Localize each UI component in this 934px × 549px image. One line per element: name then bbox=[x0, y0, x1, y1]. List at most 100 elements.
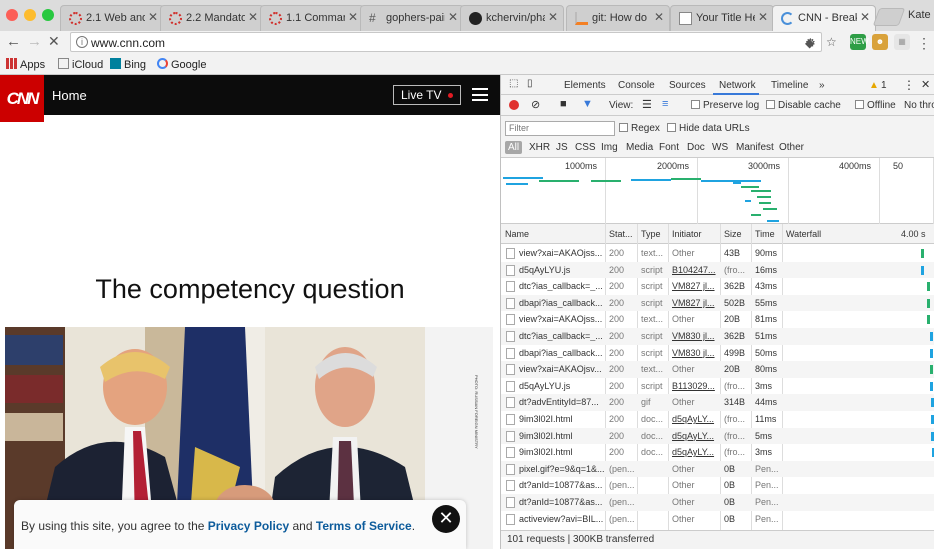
network-request-row[interactable]: 9im3l02I.html 200 doc... d5qAyLY... (fro... 5… bbox=[501, 427, 934, 445]
network-request-row[interactable]: activeview?avi=BIL... (pen... Other 0B Pen..… bbox=[501, 511, 934, 528]
network-request-row[interactable]: dbapi?ias_callback... 200 script VM827 jl..… bbox=[501, 294, 934, 312]
network-request-row[interactable]: dt?anId=10877&as... (pen... Other 0B Pen... bbox=[501, 477, 934, 494]
col-size[interactable]: Size bbox=[724, 229, 742, 239]
network-request-row[interactable]: view?xai=AKAOjss... 200 text... Other 43B 90m… bbox=[501, 245, 934, 262]
browser-tab[interactable]: kchervin/pha ✕ bbox=[460, 5, 564, 31]
type-filter-manifest[interactable]: Manifest bbox=[736, 142, 774, 153]
hamburger-menu-icon[interactable] bbox=[472, 88, 488, 101]
new-tab-button[interactable] bbox=[872, 8, 906, 26]
tab-close-icon[interactable]: ✕ bbox=[148, 10, 158, 24]
minimize-window-button[interactable] bbox=[24, 9, 36, 21]
stop-loading-button[interactable]: ✕ bbox=[48, 33, 60, 50]
type-filter-img[interactable]: Img bbox=[601, 142, 618, 153]
type-filter-js[interactable]: JS bbox=[556, 142, 568, 153]
info-icon[interactable]: i bbox=[76, 36, 88, 48]
bookmark-google[interactable]: Google bbox=[157, 58, 206, 71]
preserve-log-checkbox[interactable]: Preserve log bbox=[691, 100, 759, 111]
bookmark-apps[interactable]: Apps bbox=[6, 58, 45, 71]
col-initiator[interactable]: Initiator bbox=[672, 229, 702, 239]
network-request-row[interactable]: view?xai=AKAOjsv... 200 text... Other 20B 80m… bbox=[501, 361, 934, 378]
network-request-row[interactable]: dbapi?ias_callback... 200 script VM830 jl..… bbox=[501, 345, 934, 362]
nav-home-link[interactable]: Home bbox=[52, 88, 87, 103]
tab-elements[interactable]: Elements bbox=[564, 80, 606, 91]
network-request-row[interactable]: dtc?ias_callback=_... 200 script VM827 jl..… bbox=[501, 278, 934, 295]
tab-close-icon[interactable]: ✕ bbox=[448, 10, 458, 24]
browser-tab[interactable]: Your Title He ✕ bbox=[670, 5, 774, 31]
tab-sources[interactable]: Sources bbox=[669, 80, 706, 91]
grid-extension-icon[interactable]: ▦ bbox=[894, 34, 910, 50]
tab-close-icon[interactable]: ✕ bbox=[348, 10, 358, 24]
browser-tab[interactable]: 2.1 Web and ✕ bbox=[60, 5, 164, 31]
browser-tab[interactable]: # gophers-pair ✕ bbox=[360, 5, 464, 31]
hide-data-urls-checkbox[interactable]: Hide data URLs bbox=[667, 123, 750, 134]
regex-checkbox[interactable]: Regex bbox=[619, 123, 660, 134]
menu-dots-icon[interactable]: ⋮ bbox=[917, 35, 931, 52]
bookmark-icloud[interactable]: iCloud bbox=[58, 58, 103, 71]
throttle-select[interactable]: No thro bbox=[904, 100, 934, 111]
profile-name[interactable]: Kate bbox=[908, 9, 931, 21]
browser-tab[interactable]: git: How do I ✕ bbox=[566, 5, 670, 31]
type-filter-xhr[interactable]: XHR bbox=[529, 142, 550, 153]
camera-icon[interactable]: ■ bbox=[560, 98, 567, 110]
record-icon[interactable] bbox=[509, 100, 519, 110]
bookmark-bing[interactable]: Bing bbox=[110, 58, 146, 71]
close-window-button[interactable] bbox=[6, 9, 18, 21]
tab-close-icon[interactable]: ✕ bbox=[548, 10, 558, 24]
zoom-window-button[interactable] bbox=[42, 9, 54, 21]
forward-button[interactable]: → bbox=[27, 33, 42, 50]
live-tv-button[interactable]: Live TV bbox=[393, 85, 461, 105]
overview-icon[interactable]: ≡ bbox=[662, 98, 668, 110]
tab-timeline[interactable]: Timeline bbox=[771, 80, 808, 91]
browser-tab[interactable]: CNN - Breaki ✕ bbox=[772, 5, 876, 31]
filter-funnel-icon[interactable]: ▼ bbox=[582, 98, 593, 110]
network-request-row[interactable]: d5qAyLYU.js 200 script B104247... (fro... 16m… bbox=[501, 261, 934, 279]
offline-checkbox[interactable]: Offline bbox=[855, 100, 896, 111]
network-request-row[interactable]: 9im3l02I.html 200 doc... d5qAyLY... (fro... 1… bbox=[501, 411, 934, 428]
network-request-row[interactable]: d5qAyLYU.js 200 script B113029... (fro... 3ms bbox=[501, 378, 934, 395]
type-filter-media[interactable]: Media bbox=[626, 142, 653, 153]
type-filter-all[interactable]: All bbox=[505, 141, 523, 154]
col-name[interactable]: Name bbox=[505, 229, 529, 239]
large-rows-icon[interactable]: ☰ bbox=[642, 98, 652, 111]
filter-input[interactable]: Filter bbox=[505, 121, 615, 136]
type-filter-other[interactable]: Other bbox=[779, 142, 804, 153]
network-request-row[interactable]: dt?advEntityId=87... 200 gif Other 314B 44ms bbox=[501, 394, 934, 411]
browser-tab[interactable]: 1.1 Comman ✕ bbox=[260, 5, 364, 31]
tab-close-icon[interactable]: ✕ bbox=[654, 10, 664, 24]
network-request-row[interactable]: pixel.gif?e=9&q=1&... (pen... Other 0B Pen..… bbox=[501, 460, 934, 478]
close-devtools-icon[interactable]: ✕ bbox=[921, 78, 930, 91]
tab-close-icon[interactable]: ✕ bbox=[248, 10, 258, 24]
cnn-logo[interactable]: CNN bbox=[0, 75, 44, 122]
back-button[interactable]: ← bbox=[6, 33, 21, 50]
warning-icon[interactable]: ▲ bbox=[869, 80, 879, 91]
close-banner-button[interactable]: ✕ bbox=[432, 505, 460, 533]
new-extension-icon[interactable]: NEW bbox=[850, 34, 869, 50]
network-request-row[interactable]: dt?anId=10877&as... (pen... Other 0B Pen... bbox=[501, 494, 934, 511]
col-type[interactable]: Type bbox=[641, 229, 661, 239]
tab-close-icon[interactable]: ✕ bbox=[758, 10, 768, 24]
col-waterfall[interactable]: Waterfall bbox=[786, 229, 821, 239]
bookmark-star-icon[interactable]: ☆ bbox=[826, 35, 837, 49]
more-tabs-button[interactable]: » bbox=[819, 80, 825, 91]
privacy-policy-link[interactable]: Privacy Policy bbox=[208, 519, 289, 533]
tab-console[interactable]: Console bbox=[618, 80, 655, 91]
network-request-row[interactable]: dtc?ias_callback=_... 200 script VM830 jl..… bbox=[501, 328, 934, 345]
tab-close-icon[interactable]: ✕ bbox=[860, 10, 870, 24]
devtools-menu-icon[interactable]: ⋮ bbox=[903, 78, 915, 92]
col-time[interactable]: Time bbox=[755, 229, 775, 239]
inspect-element-icon[interactable]: ⬚ bbox=[509, 78, 518, 89]
puzzle-icon[interactable]: ◆ bbox=[805, 36, 814, 50]
device-mode-icon[interactable]: ▯ bbox=[527, 78, 533, 89]
browser-tab[interactable]: 2.2 Mandato ✕ bbox=[160, 5, 264, 31]
disable-cache-checkbox[interactable]: Disable cache bbox=[766, 100, 841, 111]
type-filter-css[interactable]: CSS bbox=[575, 142, 596, 153]
network-request-row[interactable]: 9im3l02I.html 200 doc... d5qAyLY... (fro... 3… bbox=[501, 444, 934, 461]
type-filter-font[interactable]: Font bbox=[659, 142, 679, 153]
page-headline[interactable]: The competency question bbox=[0, 274, 500, 305]
monster-extension-icon[interactable]: ☻ bbox=[872, 34, 888, 50]
address-bar[interactable]: i www.cnn.com ⚙ bbox=[70, 32, 822, 52]
clear-icon[interactable]: ⊘ bbox=[531, 98, 540, 111]
network-request-row[interactable]: view?xai=AKAOjss... 200 text... Other 20B 81m… bbox=[501, 311, 934, 328]
type-filter-doc[interactable]: Doc bbox=[687, 142, 705, 153]
terms-of-service-link[interactable]: Terms of Service bbox=[316, 519, 412, 533]
